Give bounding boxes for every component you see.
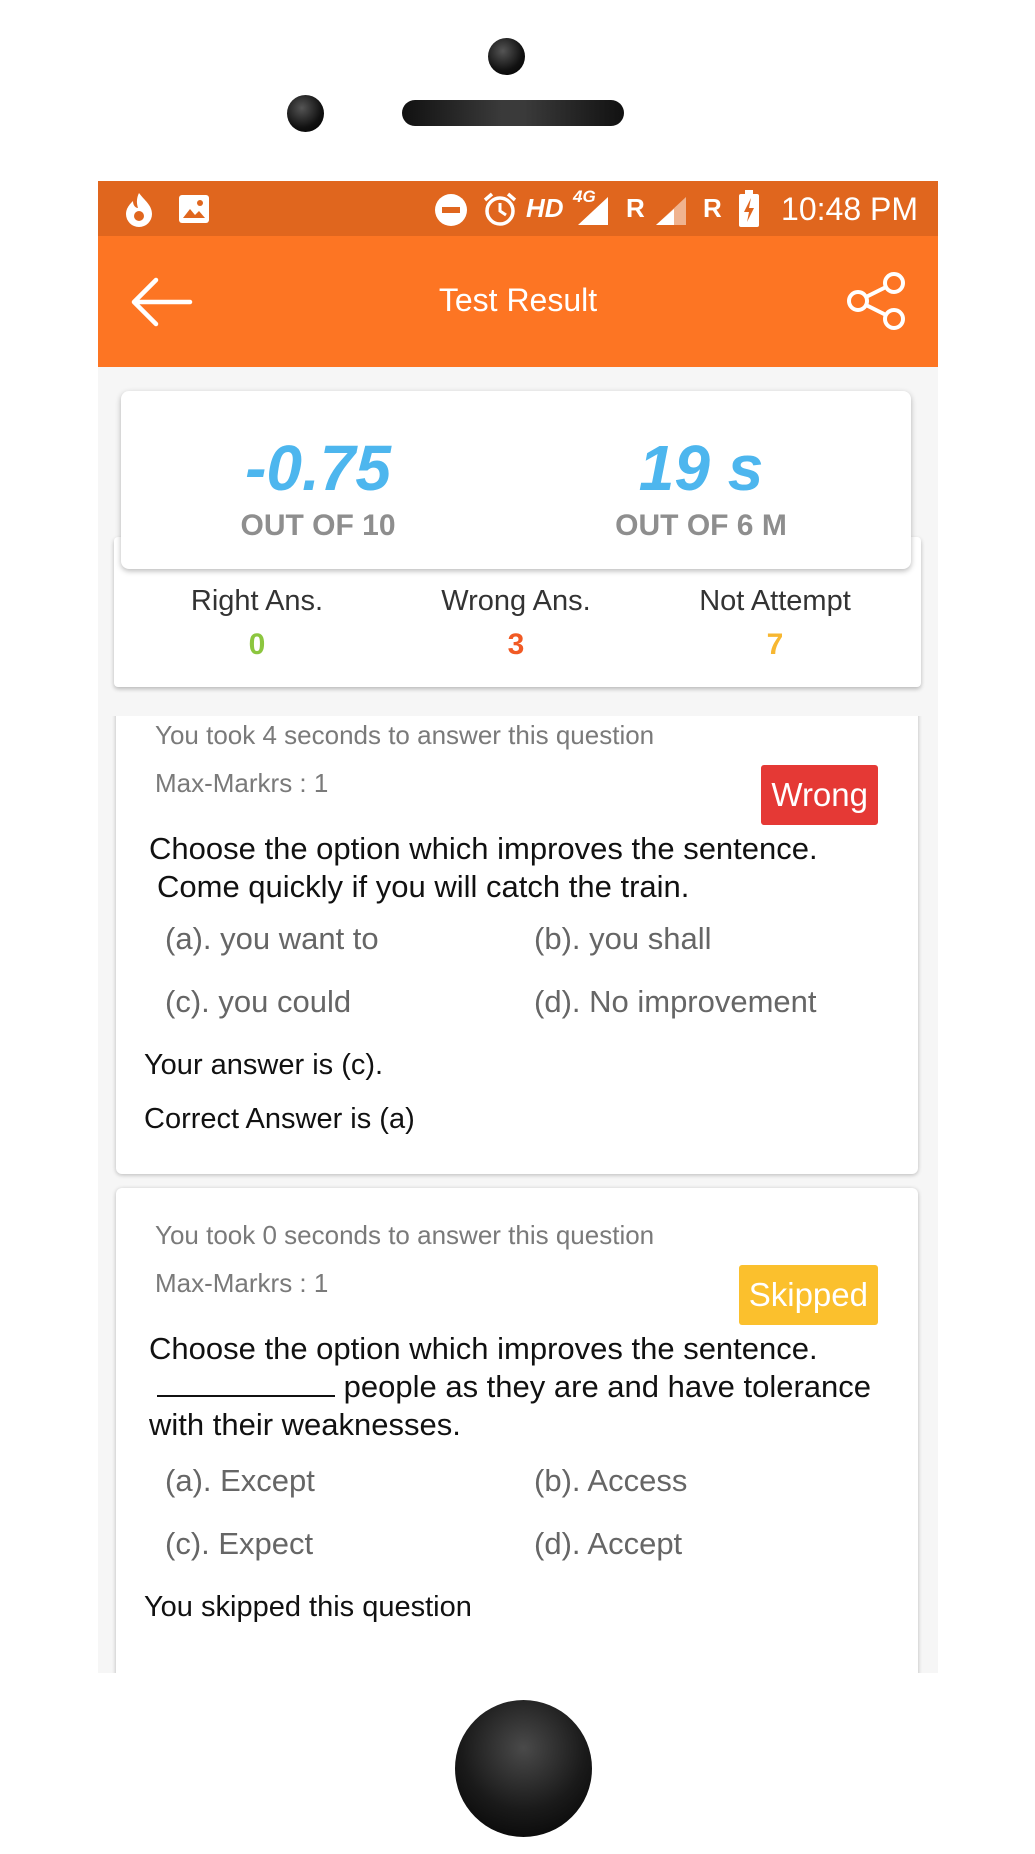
share-icon[interactable] — [846, 272, 908, 330]
page-title: Test Result — [438, 282, 598, 318]
phone-screen: HD 4G R R 10:48 PM Test Result Right Ans… — [98, 181, 938, 1673]
time-value: 19 s — [638, 432, 764, 504]
stat-value: 3 — [507, 628, 525, 661]
status-badge: Skipped — [738, 1265, 878, 1325]
question-card: You took 4 seconds to answer this questi… — [116, 716, 918, 1174]
fill-in-blank — [157, 1369, 335, 1397]
wrong-answers-stat: Wrong Ans. 3 — [386, 585, 646, 662]
question-line: people as they are and have tolerance — [343, 1369, 872, 1404]
clock: 10:48 PM — [781, 191, 918, 227]
option-c: (c). you could — [165, 984, 352, 1019]
proximity-sensor — [287, 95, 324, 132]
front-camera — [488, 38, 525, 75]
option-d: (d). Accept — [534, 1526, 683, 1561]
max-marks-text: Max-Markrs : 1 — [155, 1268, 329, 1298]
time-total-label: OUT OF 6 M — [615, 509, 787, 542]
right-answers-stat: Right Ans. 0 — [127, 585, 387, 662]
option-a: (a). you want to — [165, 921, 379, 956]
stat-label: Right Ans. — [190, 585, 324, 617]
hd-indicator: HD — [526, 193, 564, 223]
time-taken-text: You took 4 seconds to answer this questi… — [155, 720, 655, 750]
stat-value: 0 — [248, 628, 266, 661]
status-bar: HD 4G R R 10:48 PM — [98, 181, 938, 236]
signal-icon — [656, 197, 686, 225]
question-line: Choose the option which improves the sen… — [149, 831, 818, 866]
question-card: You took 0 seconds to answer this questi… — [116, 1188, 918, 1673]
score-card: -0.75 OUT OF 10 19 s OUT OF 6 M — [121, 391, 911, 569]
flame-icon — [126, 193, 152, 227]
your-answer-text: Your answer is (c). — [144, 1049, 384, 1081]
home-button[interactable] — [455, 1700, 592, 1837]
option-a: (a). Except — [165, 1463, 315, 1498]
stat-label: Wrong Ans. — [441, 585, 591, 617]
earpiece-speaker — [402, 100, 624, 126]
skipped-text: You skipped this question — [144, 1591, 472, 1623]
correct-answer-text: Correct Answer is (a) — [144, 1103, 415, 1135]
question-line: Come quickly if you will catch the train… — [157, 869, 690, 904]
do-not-disturb-icon — [435, 194, 467, 226]
marks-score: -0.75 OUT OF 10 — [168, 433, 468, 543]
question-line: with their weaknesses. — [149, 1407, 461, 1442]
question-line: Choose the option which improves the sen… — [149, 1331, 818, 1366]
battery-charging-icon — [739, 190, 759, 227]
marks-total-label: OUT OF 10 — [240, 509, 396, 542]
question-line-with-blank: people as they are and have tolerance — [149, 1368, 889, 1406]
question-text: Choose the option which improves the sen… — [149, 830, 889, 906]
option-c: (c). Expect — [165, 1526, 314, 1561]
image-icon — [179, 195, 209, 223]
stat-value: 7 — [766, 628, 784, 661]
option-b: (b). Access — [534, 1463, 688, 1498]
time-score: 19 s OUT OF 6 M — [551, 433, 851, 543]
option-b: (b). you shall — [534, 921, 712, 956]
signal-icon — [578, 197, 608, 225]
sim2-roaming-label: R — [703, 193, 722, 223]
question-list[interactable]: You took 4 seconds to answer this questi… — [98, 716, 938, 1673]
question-text: Choose the option which improves the sen… — [149, 1330, 889, 1444]
status-badge: Wrong — [761, 765, 878, 825]
alarm-icon — [483, 192, 517, 226]
sim1-roaming-label: R — [626, 193, 645, 223]
not-attempted-stat: Not Attempt 7 — [645, 585, 905, 662]
time-taken-text: You took 0 seconds to answer this questi… — [155, 1220, 655, 1250]
stat-label: Not Attempt — [699, 585, 851, 617]
marks-value: -0.75 — [245, 432, 391, 504]
app-bar: Test Result — [98, 236, 938, 367]
option-d: (d). No improvement — [534, 984, 817, 1019]
max-marks-text: Max-Markrs : 1 — [155, 768, 329, 798]
